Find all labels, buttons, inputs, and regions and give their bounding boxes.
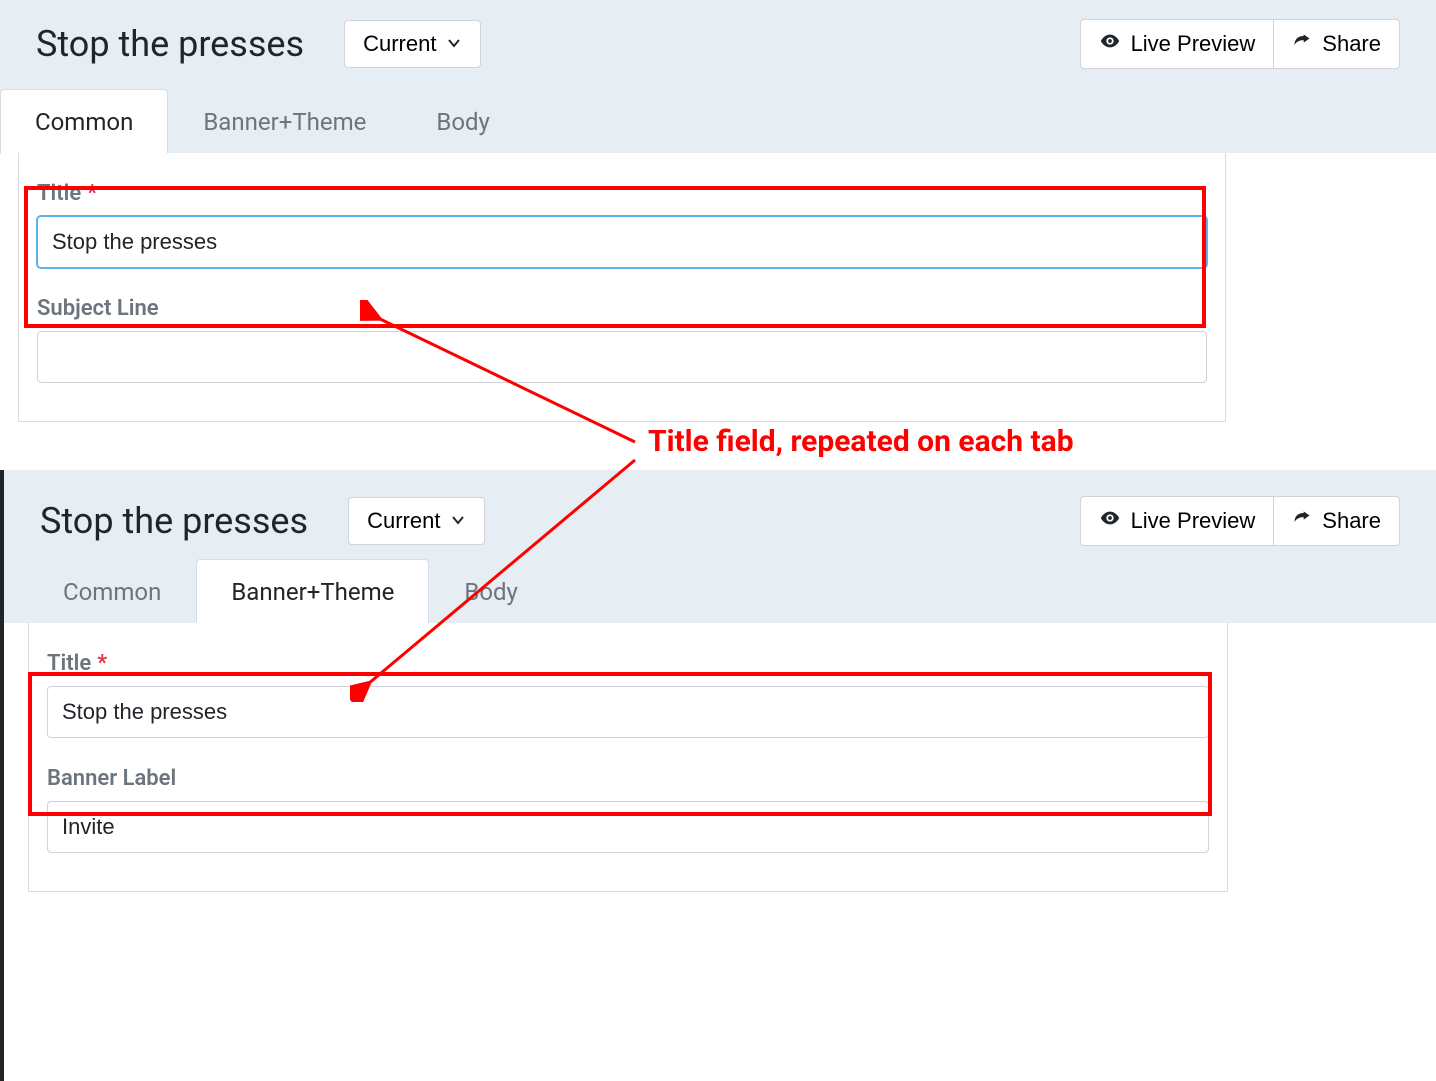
version-selector-label: Current <box>363 31 436 57</box>
annotation-text: Title field, repeated on each tab <box>648 424 1074 459</box>
required-indicator: * <box>87 181 97 206</box>
header-actions: Live Preview Share <box>1080 19 1400 69</box>
tab-banner-theme[interactable]: Banner+Theme <box>168 89 401 154</box>
header-actions: Live Preview Share <box>1080 496 1400 546</box>
live-preview-label: Live Preview <box>1131 508 1256 534</box>
title-field: Title* <box>47 651 1209 738</box>
screenshot-1: Stop the presses Current Live Preview S <box>0 0 1436 470</box>
title-label: Title* <box>47 651 1209 676</box>
share-button[interactable]: Share <box>1274 19 1400 69</box>
eye-icon <box>1099 30 1121 58</box>
share-button[interactable]: Share <box>1274 496 1400 546</box>
live-preview-button[interactable]: Live Preview <box>1080 496 1275 546</box>
page-title: Stop the presses <box>36 23 304 65</box>
subject-line-label: Subject Line <box>37 296 1207 321</box>
form-panel: Title* Banner Label <box>28 623 1228 892</box>
page-header: Stop the presses Current Live Preview S <box>4 470 1436 558</box>
live-preview-button[interactable]: Live Preview <box>1080 19 1275 69</box>
banner-label-field: Banner Label <box>47 766 1209 853</box>
tab-common[interactable]: Common <box>0 89 168 154</box>
required-indicator: * <box>97 651 107 676</box>
title-input[interactable] <box>37 216 1207 268</box>
eye-icon <box>1099 507 1121 535</box>
tab-banner-theme[interactable]: Banner+Theme <box>196 559 429 624</box>
screenshot-2: Stop the presses Current Live Preview S <box>0 470 1436 1081</box>
tab-body[interactable]: Body <box>401 89 525 154</box>
page-title: Stop the presses <box>40 500 308 542</box>
tabs: Common Banner+Theme Body <box>4 558 1436 623</box>
title-input[interactable] <box>47 686 1209 738</box>
form-panel: Title* Subject Line <box>18 153 1226 422</box>
subject-line-input[interactable] <box>37 331 1207 383</box>
version-selector-wrap: Current <box>348 497 485 545</box>
chevron-down-icon <box>450 508 466 534</box>
share-label: Share <box>1322 31 1381 57</box>
title-label-text: Title <box>37 181 81 206</box>
chevron-down-icon <box>446 31 462 57</box>
tab-body[interactable]: Body <box>429 559 553 624</box>
version-selector-wrap: Current <box>344 20 481 68</box>
live-preview-label: Live Preview <box>1131 31 1256 57</box>
version-selector[interactable]: Current <box>348 497 485 545</box>
version-selector-label: Current <box>367 508 440 534</box>
page-header: Stop the presses Current Live Preview S <box>0 0 1436 88</box>
title-field: Title* <box>37 181 1207 268</box>
title-label-text: Title <box>47 651 91 676</box>
share-label: Share <box>1322 508 1381 534</box>
title-label: Title* <box>37 181 1207 206</box>
share-icon <box>1292 31 1312 57</box>
banner-label-input[interactable] <box>47 801 1209 853</box>
subject-line-field: Subject Line <box>37 296 1207 383</box>
share-icon <box>1292 508 1312 534</box>
tab-common[interactable]: Common <box>28 559 196 624</box>
tabs: Common Banner+Theme Body <box>0 88 1436 153</box>
banner-label-label: Banner Label <box>47 766 1209 791</box>
version-selector[interactable]: Current <box>344 20 481 68</box>
